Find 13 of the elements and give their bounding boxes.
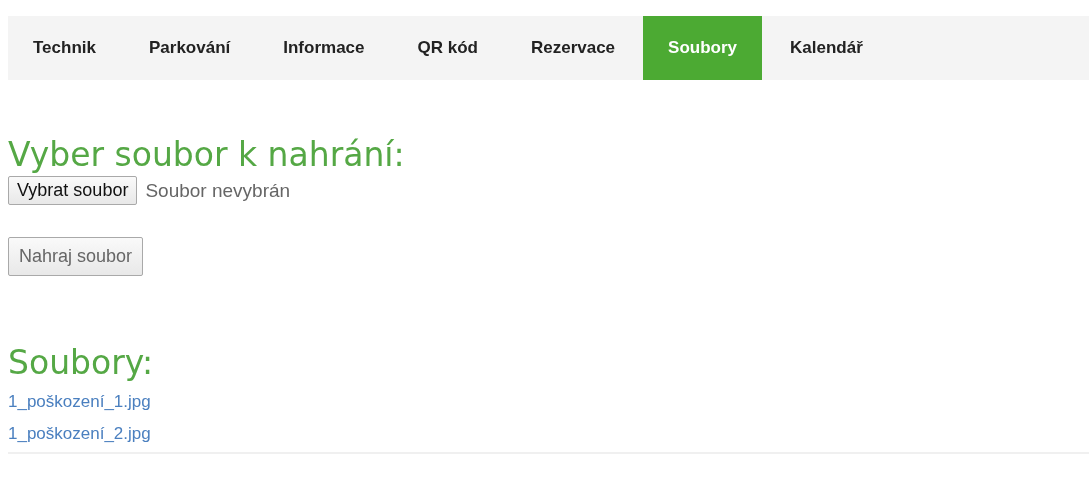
- section-heading: Vyber soubor k nahrání:: [8, 136, 406, 174]
- upload-button[interactable]: Nahraj soubor: [8, 237, 144, 276]
- file-link[interactable]: 1_poškození_1.jpg: [8, 386, 151, 418]
- nav-tab[interactable]: Technik: [8, 16, 121, 80]
- choose-file-button[interactable]: Vybrat soubor: [8, 176, 138, 205]
- file-link[interactable]: 1_poškození_2.jpg: [8, 418, 151, 450]
- nav-tab[interactable]: Kalendář: [765, 16, 888, 80]
- file-status-text: Soubor nevybrán: [145, 179, 291, 202]
- nav-tab[interactable]: Informace: [258, 16, 390, 80]
- nav-tab[interactable]: Parkování: [124, 16, 256, 80]
- nav-tab[interactable]: Rezervace: [505, 16, 641, 80]
- section-heading: Soubory:: [8, 344, 154, 382]
- nav-tab[interactable]: QR kód: [392, 16, 503, 80]
